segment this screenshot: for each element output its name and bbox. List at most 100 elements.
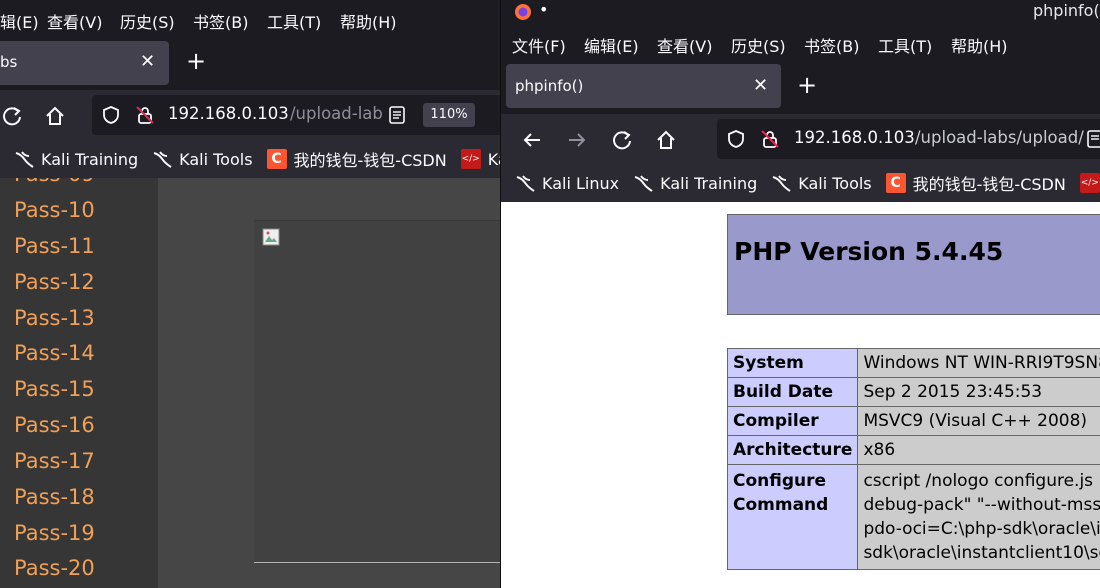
shield-icon[interactable] [101, 105, 121, 129]
sidebar-item-pass-20[interactable]: Pass-20 [14, 556, 95, 580]
sidebar-item-pass-16[interactable]: Pass-16 [14, 413, 95, 437]
kali-red-icon: </> [1079, 173, 1100, 193]
uploaded-image-frame [254, 220, 500, 563]
menu-history[interactable]: 历史(S) [731, 33, 786, 57]
bookmark-label: 我的钱包-钱包-CSDN [912, 175, 1066, 194]
shield-icon[interactable] [726, 129, 746, 153]
config-line: pdo-oci=C:\php-sdk\oracle\in [863, 519, 1100, 539]
csdn-icon: C [885, 173, 906, 193]
tab-upload-labs[interactable]: bs ✕ [0, 41, 169, 85]
reload-icon[interactable] [0, 102, 26, 130]
info-value: Sep 2 2015 23:45:53 [857, 377, 1100, 407]
sidebar-item-pass-11[interactable]: Pass-11 [14, 234, 95, 258]
table-row: Compiler MSVC9 (Visual C++ 2008) [726, 406, 1100, 436]
info-value: Windows NT WIN-RRI9T9SN8J [857, 348, 1100, 378]
sidebar-item-pass-12[interactable]: Pass-12 [14, 270, 95, 294]
menu-view[interactable]: 查看(V) [47, 9, 102, 33]
insecure-lock-icon[interactable] [135, 105, 155, 129]
menu-edit[interactable]: 编辑(E) [584, 33, 639, 57]
url-path: /upload-lab [290, 104, 383, 123]
sidebar-item-pass-15[interactable]: Pass-15 [14, 377, 95, 401]
menu-history[interactable]: 历史(S) [120, 9, 175, 33]
right-bookmarks-bar: Kali Linux Kali Training Kali Tools C 我的… [501, 160, 1100, 206]
sidebar-item-pass-17[interactable]: Pass-17 [14, 449, 95, 473]
bookmark-csdn-wallet[interactable]: C 我的钱包-钱包-CSDN [885, 171, 1066, 195]
menu-bookmarks[interactable]: 书签(B) [193, 9, 248, 33]
menu-tools[interactable]: 工具(T) [267, 9, 321, 33]
info-value: x86 [857, 435, 1100, 465]
insecure-lock-icon[interactable] [760, 129, 780, 153]
left-tabbar: bs ✕ + [0, 38, 500, 90]
table-row: Build Date Sep 2 2015 23:45:53 [726, 377, 1100, 407]
bookmark-csdn-wallet[interactable]: C 我的钱包-钱包-CSDN [266, 147, 447, 171]
menu-view[interactable]: 查看(V) [657, 33, 712, 57]
menu-help[interactable]: 帮助(H) [951, 33, 1008, 57]
upload-content [158, 178, 500, 588]
window-title: phpinfo() [1033, 1, 1100, 20]
reload-icon[interactable] [608, 126, 636, 154]
bookmark-kali-tools[interactable]: Kali Tools [771, 173, 872, 193]
sidebar-item-pass-10[interactable]: Pass-10 [14, 198, 95, 222]
left-navbar: 192.168.0.103 /upload-lab 110% Kali Trai… [0, 90, 500, 182]
sidebar-item-pass-13[interactable]: Pass-13 [14, 306, 95, 330]
new-tab-button[interactable]: + [186, 47, 206, 75]
kali-dragon-icon [515, 173, 535, 193]
info-key: Configure Command [726, 464, 859, 570]
php-info-table: System Windows NT WIN-RRI9T9SN8J Build D… [726, 348, 1100, 570]
menu-help[interactable]: 帮助(H) [340, 9, 397, 33]
close-icon[interactable]: ✕ [753, 75, 768, 96]
config-line: sdk\oracle\instantclient10\sd [863, 543, 1100, 563]
left-browser-window: 辑(E) 查看(V) 历史(S) 书签(B) 工具(T) 帮助(H) bs ✕ … [0, 0, 500, 588]
bookmark-label: Kali Linux [542, 173, 620, 193]
info-value-multiline: cscript /nologo configure.js "-- debug-p… [857, 464, 1100, 570]
bookmark-label: Kali Tools [179, 149, 253, 169]
menu-bookmarks[interactable]: 书签(B) [804, 33, 859, 57]
tab-phpinfo[interactable]: phpinfo() ✕ [506, 64, 781, 108]
right-browser-window: • phpinfo() 文件(F) 编辑(E) 查看(V) 历史(S) 书签(B… [500, 0, 1100, 588]
page-title: PHP Version 5.4.45 [734, 237, 1004, 266]
new-tab-button[interactable]: + [797, 71, 817, 99]
bookmark-kali-tools[interactable]: Kali Tools [152, 149, 253, 169]
bookmark-label: Kali Training [660, 173, 758, 193]
phpinfo-page: PHP Version 5.4.45 System Windows NT WIN… [501, 202, 1100, 588]
menu-tools[interactable]: 工具(T) [878, 33, 932, 57]
menu-edit[interactable]: 辑(E) [0, 9, 39, 33]
left-menubar: 辑(E) 查看(V) 历史(S) 书签(B) 工具(T) 帮助(H) [0, 0, 500, 38]
bookmark-kali-training[interactable]: Kali Training [14, 149, 138, 169]
left-url-bar[interactable]: 192.168.0.103 /upload-lab 110% [92, 95, 500, 135]
kali-red-icon: </> [460, 149, 481, 169]
bookmark-label: Kali Training [41, 149, 139, 169]
right-menubar: 文件(F) 编辑(E) 查看(V) 历史(S) 书签(B) 工具(T) 帮助(H… [501, 24, 1100, 62]
tab-title: bs [0, 53, 18, 71]
forward-icon [563, 126, 591, 154]
url-host: 192.168.0.103 [794, 128, 915, 147]
sidebar-item-pass-14[interactable]: Pass-14 [14, 341, 95, 365]
config-line: cscript /nologo configure.js "-- [863, 471, 1100, 491]
table-row: Configure Command cscript /nologo config… [726, 464, 1100, 570]
sidebar-item-pass-09[interactable]: Pass-09 [14, 178, 95, 186]
reader-mode-icon[interactable] [388, 105, 406, 129]
bookmark-ka[interactable]: </> Ka [1079, 173, 1100, 193]
info-key: System [726, 348, 859, 378]
info-key: Architecture [726, 435, 859, 465]
bookmark-kali-training[interactable]: Kali Training [633, 173, 757, 193]
title-dot: • [539, 0, 549, 19]
zoom-badge[interactable]: 110% [423, 103, 475, 127]
kali-dragon-icon [633, 173, 653, 193]
sidebar-item-pass-19[interactable]: Pass-19 [14, 521, 95, 545]
close-icon[interactable]: ✕ [140, 51, 155, 72]
home-icon[interactable] [652, 126, 680, 154]
bookmark-kali[interactable]: </> Kali [460, 149, 500, 169]
bookmark-label: Kali [487, 149, 500, 169]
menu-file[interactable]: 文件(F) [512, 33, 566, 57]
reader-mode-icon[interactable] [1086, 129, 1100, 153]
sidebar-item-pass-18[interactable]: Pass-18 [14, 485, 95, 509]
home-icon[interactable] [41, 102, 69, 130]
url-path: /upload-labs/upload/ [915, 128, 1084, 147]
kali-dragon-icon [771, 173, 791, 193]
back-icon[interactable] [518, 126, 546, 154]
right-url-bar[interactable]: 192.168.0.103 /upload-labs/upload/ [717, 119, 1100, 159]
bookmark-label: 我的钱包-钱包-CSDN [293, 151, 447, 170]
bookmark-kali-linux[interactable]: Kali Linux [515, 173, 619, 193]
info-value: MSVC9 (Visual C++ 2008) [857, 406, 1100, 436]
